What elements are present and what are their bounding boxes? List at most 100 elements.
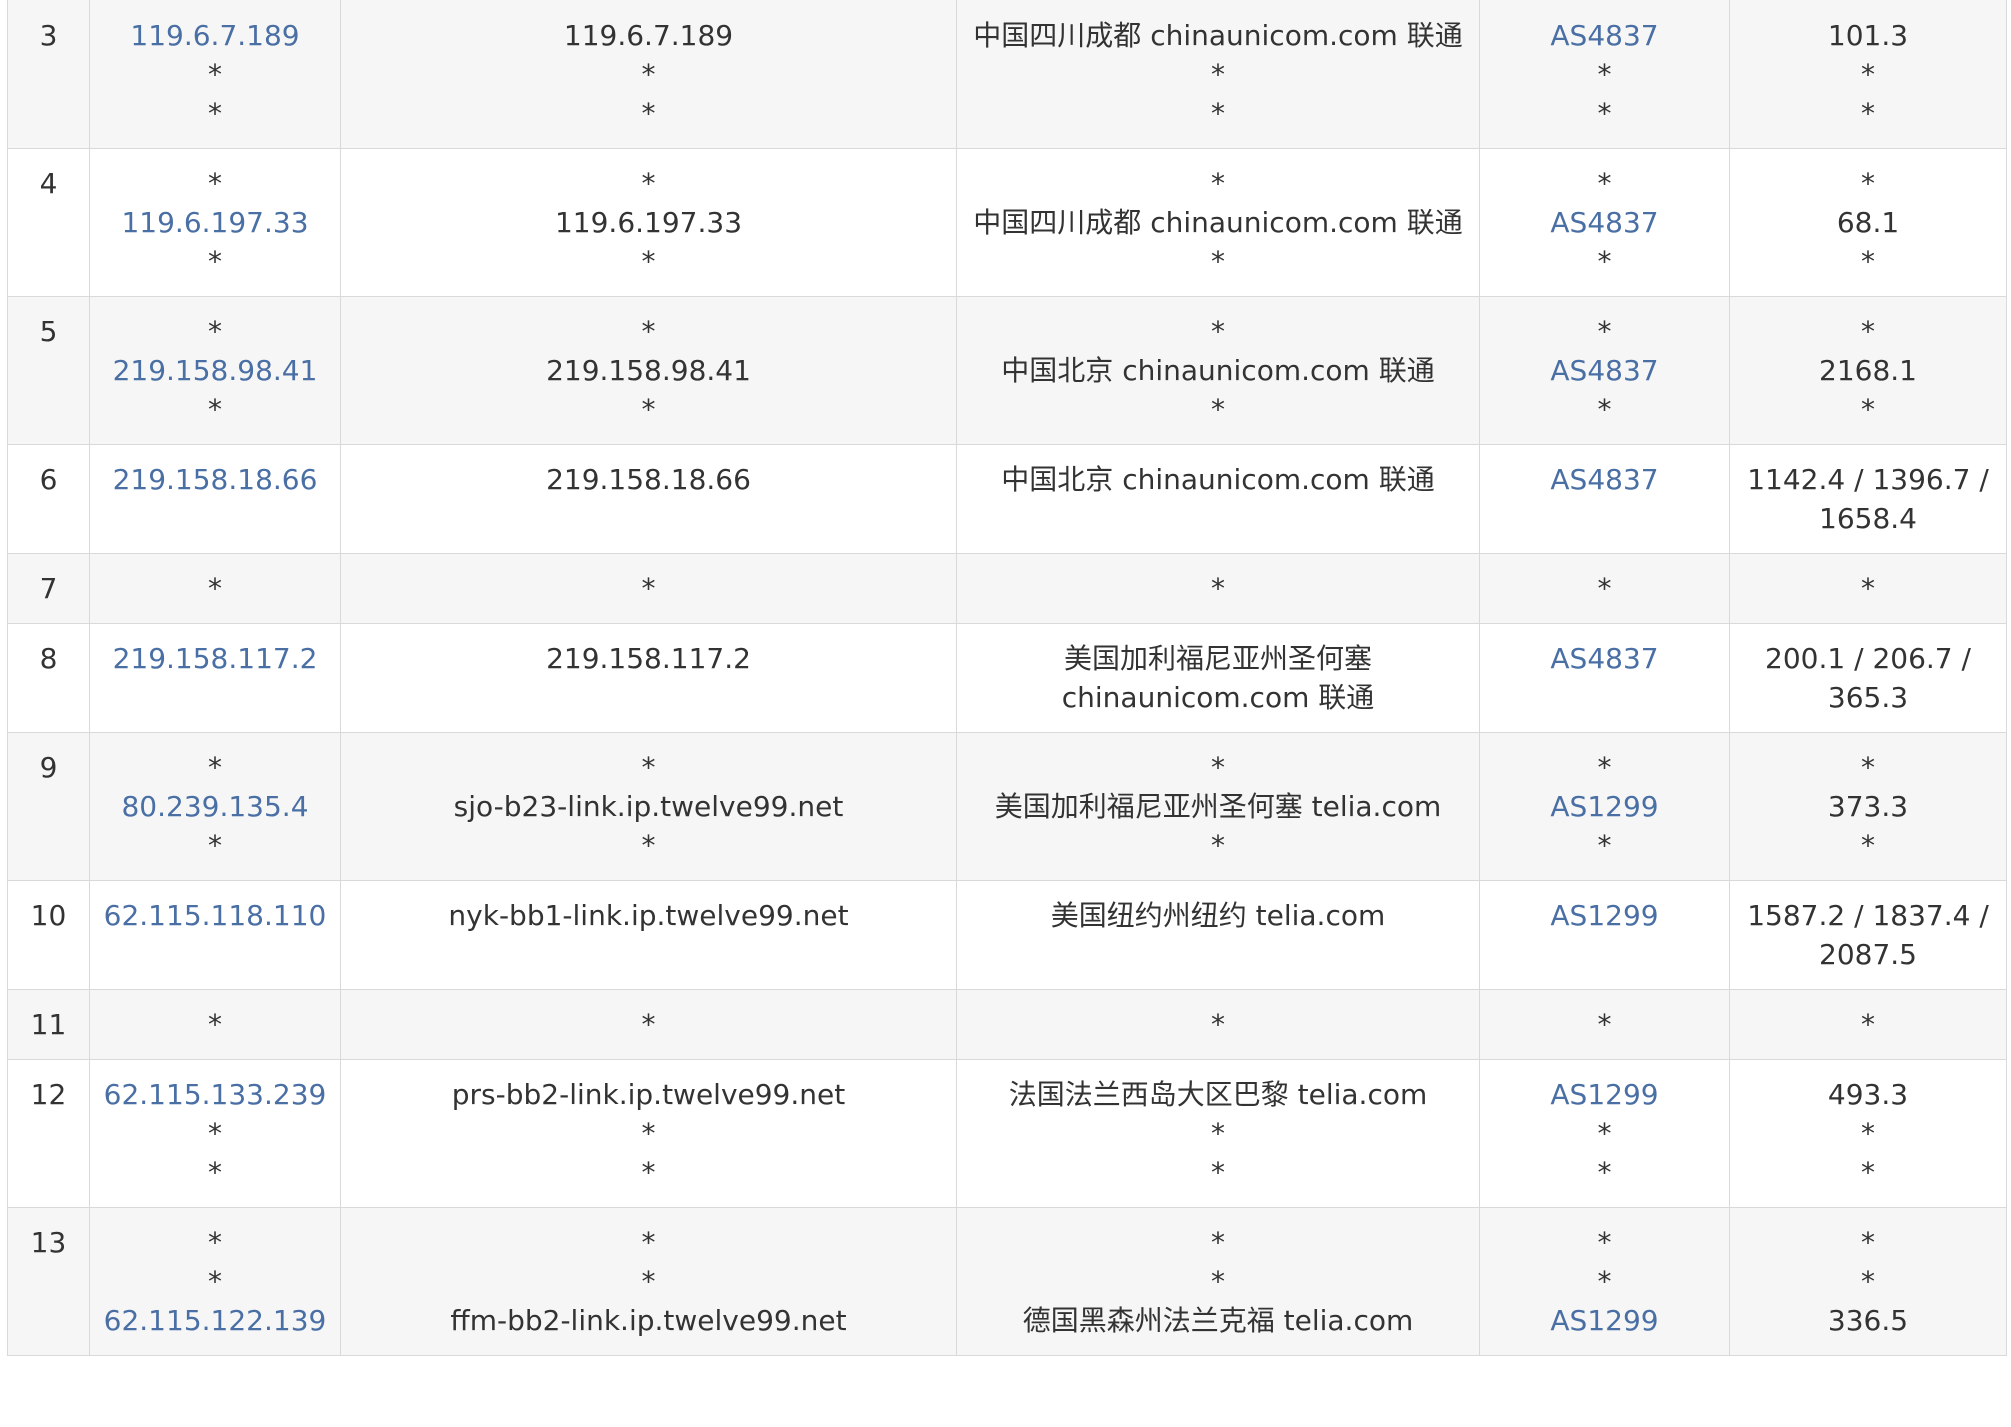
hostname-cell: * 119.6.197.33 * xyxy=(340,148,957,297)
asn-cell: * xyxy=(1479,553,1730,624)
empty-probe-marker: * xyxy=(1211,1226,1225,1259)
empty-probe-marker: * xyxy=(1211,1156,1225,1189)
rtt-cell: * xyxy=(1729,553,2007,624)
hostname-cell: * xyxy=(340,553,957,624)
rtt-text: 493.3 xyxy=(1827,1078,1909,1111)
empty-probe-marker: * xyxy=(1597,1226,1612,1259)
rtt-text: 2087.5 xyxy=(1819,938,1917,971)
asn-link[interactable]: AS4837 xyxy=(1480,203,1729,242)
location-cell: 法国法兰西岛大区巴黎 telia.com * * xyxy=(956,1059,1480,1208)
rtt-text: 1142.4 / 1396.7 / xyxy=(1747,463,1989,496)
hostname-cell: 219.158.18.66 xyxy=(340,444,957,554)
asn-cell: AS4837 xyxy=(1479,444,1730,554)
ip-address-link[interactable]: 219.158.18.66 xyxy=(90,460,340,499)
empty-probe-marker: * xyxy=(641,97,656,130)
empty-probe-marker: * xyxy=(1861,58,1875,91)
asn-cell: * AS4837 * xyxy=(1479,148,1730,297)
ip-address-link[interactable]: 119.6.7.189 xyxy=(90,16,340,55)
empty-probe-marker: * xyxy=(641,1117,656,1150)
rtt-text: 68.1 xyxy=(1836,206,1900,239)
ip-address-link[interactable]: 219.158.98.41 xyxy=(90,351,340,390)
empty-probe-marker: * xyxy=(208,1156,222,1189)
hop-number-cell: 13 xyxy=(7,1207,90,1356)
asn-link[interactable]: AS4837 xyxy=(1480,16,1729,55)
ip-cell: 119.6.7.189 * * xyxy=(89,0,341,149)
hop-number: 9 xyxy=(39,751,58,784)
asn-cell: AS1299 * * xyxy=(1479,1059,1730,1208)
table-row: 7 * * * * * xyxy=(7,553,2007,624)
hop-number-cell: 12 xyxy=(7,1059,90,1208)
traceroute-table-body: 3 119.6.7.189 * * 119.6.7.189 * * 中国四川成都 chinau… xyxy=(7,0,2007,1356)
asn-link[interactable]: AS4837 xyxy=(1480,351,1729,390)
empty-probe-marker: * xyxy=(1211,97,1225,130)
empty-probe-marker: * xyxy=(1211,1265,1225,1298)
empty-probe-marker: * xyxy=(208,829,222,862)
empty-probe-marker: * xyxy=(1861,1226,1875,1259)
asn-link[interactable]: AS1299 xyxy=(1480,1301,1729,1340)
asn-link[interactable]: AS1299 xyxy=(1480,1075,1729,1114)
empty-probe-marker: * xyxy=(1211,167,1225,200)
empty-probe-marker: * xyxy=(1861,393,1875,426)
ip-address-link[interactable]: 119.6.197.33 xyxy=(90,203,340,242)
hostname-cell: 219.158.117.2 xyxy=(340,623,957,733)
hostname-text: 219.158.117.2 xyxy=(546,642,751,675)
empty-probe-marker: * xyxy=(1597,1156,1612,1189)
ip-cell: * xyxy=(89,989,341,1060)
empty-probe-marker: * xyxy=(641,245,656,278)
location-cell: 美国加利福尼亚州圣何塞 chinaunicom.com 联通 xyxy=(956,623,1480,733)
hostname-cell: prs-bb2-link.ip.twelve99.net * * xyxy=(340,1059,957,1208)
rtt-cell: * xyxy=(1729,989,2007,1060)
hop-number-cell: 11 xyxy=(7,989,90,1060)
location-cell: * * 德国黑森州法兰克福 telia.com xyxy=(956,1207,1480,1356)
empty-probe-marker: * xyxy=(641,572,656,605)
location-cell: 中国四川成都 chinaunicom.com 联通 * * xyxy=(956,0,1480,149)
hop-number-cell: 6 xyxy=(7,444,90,554)
empty-probe-marker: * xyxy=(1597,1265,1612,1298)
empty-probe-marker: * xyxy=(1211,829,1225,862)
empty-probe-marker: * xyxy=(641,829,656,862)
ip-cell: * 80.239.135.4 * xyxy=(89,732,341,881)
empty-probe-marker: * xyxy=(1211,58,1225,91)
empty-probe-marker: * xyxy=(208,572,222,605)
location-cell: * 美国加利福尼亚州圣何塞 telia.com * xyxy=(956,732,1480,881)
asn-link[interactable]: AS1299 xyxy=(1480,787,1729,826)
ip-address-link[interactable]: 80.239.135.4 xyxy=(90,787,340,826)
empty-probe-marker: * xyxy=(641,393,656,426)
hop-number: 13 xyxy=(30,1226,67,1259)
asn-link[interactable]: AS1299 xyxy=(1480,896,1729,935)
hostname-text: 119.6.7.189 xyxy=(563,19,734,52)
empty-probe-marker: * xyxy=(1211,1117,1225,1150)
ip-address-link[interactable]: 219.158.117.2 xyxy=(90,639,340,678)
hop-number-cell: 3 xyxy=(7,0,90,149)
empty-probe-marker: * xyxy=(1597,245,1612,278)
location-cell: * xyxy=(956,989,1480,1060)
empty-probe-marker: * xyxy=(208,58,222,91)
rtt-cell: * 2168.1 * xyxy=(1729,296,2007,445)
empty-probe-marker: * xyxy=(1861,1265,1875,1298)
ip-address-link[interactable]: 62.115.118.110 xyxy=(90,896,340,935)
empty-probe-marker: * xyxy=(208,393,222,426)
asn-link[interactable]: AS4837 xyxy=(1480,639,1729,678)
empty-probe-marker: * xyxy=(1861,1008,1875,1041)
hop-number: 6 xyxy=(39,463,58,496)
table-row: 3 119.6.7.189 * * 119.6.7.189 * * 中国四川成都 chinau… xyxy=(7,0,2007,149)
ip-cell: 219.158.18.66 xyxy=(89,444,341,554)
hop-number: 3 xyxy=(39,19,58,52)
hop-number-cell: 4 xyxy=(7,148,90,297)
empty-probe-marker: * xyxy=(641,1008,656,1041)
hostname-cell: * xyxy=(340,989,957,1060)
table-row: 4 * 119.6.197.33 * * 119.6.197.33 * * 中国四川成都 chi… xyxy=(7,148,2007,297)
empty-probe-marker: * xyxy=(641,751,656,784)
table-row: 5 * 219.158.98.41 * * 219.158.98.41 * * 中国北京 chi… xyxy=(7,296,2007,445)
hostname-cell: * 219.158.98.41 * xyxy=(340,296,957,445)
hostname-cell: * * ffm-bb2-link.ip.twelve99.net xyxy=(340,1207,957,1356)
location-text: 中国北京 chinaunicom.com 联通 xyxy=(1001,354,1435,387)
hostname-text: ffm-bb2-link.ip.twelve99.net xyxy=(450,1304,847,1337)
rtt-cell: 493.3 * * xyxy=(1729,1059,2007,1208)
empty-probe-marker: * xyxy=(1211,1008,1225,1041)
ip-address-link[interactable]: 62.115.122.139 xyxy=(90,1301,340,1340)
empty-probe-marker: * xyxy=(641,1156,656,1189)
asn-cell: * AS4837 * xyxy=(1479,296,1730,445)
asn-link[interactable]: AS4837 xyxy=(1480,460,1729,499)
ip-address-link[interactable]: 62.115.133.239 xyxy=(90,1075,340,1114)
